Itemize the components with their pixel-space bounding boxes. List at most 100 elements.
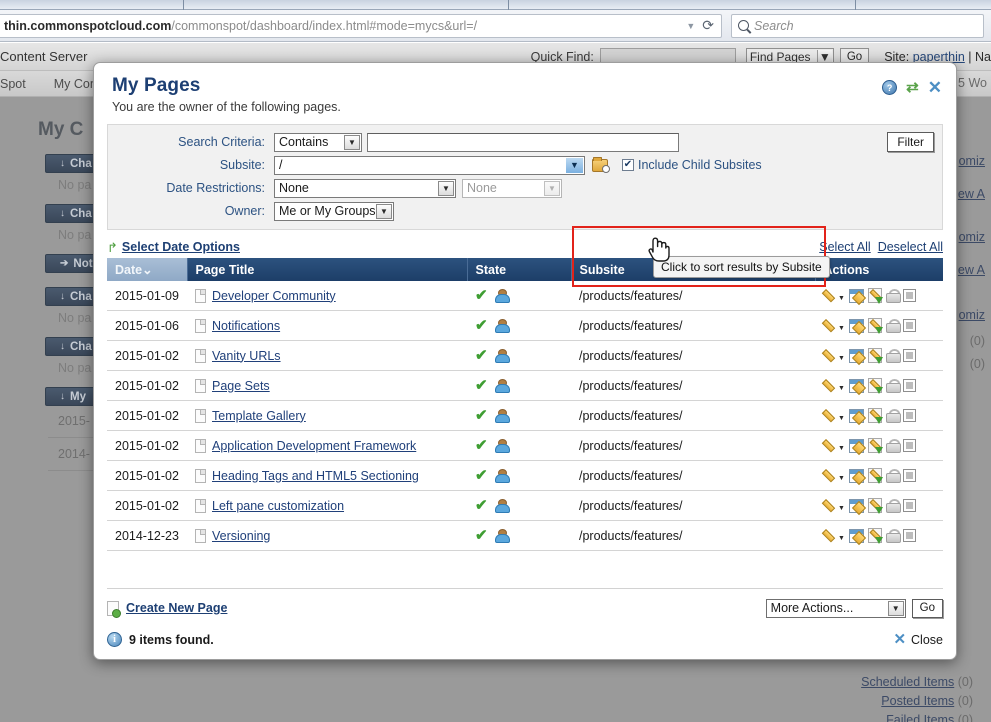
edit-pencil-icon[interactable] [823, 439, 837, 453]
submit-page-icon[interactable] [867, 348, 883, 364]
edit-properties-icon[interactable] [848, 348, 864, 363]
select-row-checkbox[interactable] [902, 349, 916, 362]
submit-page-icon[interactable] [867, 318, 883, 334]
page-title-link[interactable]: Page Sets [212, 379, 270, 393]
edit-properties-icon[interactable] [848, 528, 864, 543]
column-header-date[interactable]: Date⌄ [107, 258, 188, 281]
close-button[interactable]: ✕ Close [893, 632, 943, 647]
chevron-down-icon[interactable]: ▼ [838, 445, 845, 452]
chevron-down-icon[interactable]: ▼ [838, 325, 845, 332]
submit-page-icon[interactable] [867, 528, 883, 544]
column-header-page-title[interactable]: Page Title [187, 258, 468, 281]
select-row-checkbox[interactable] [902, 289, 916, 302]
lock-icon[interactable] [885, 288, 901, 303]
background-link-customize-2[interactable]: omiz [959, 308, 985, 322]
edit-properties-icon[interactable] [848, 318, 864, 333]
chevron-down-icon[interactable]: ▼ [838, 535, 845, 542]
lock-icon[interactable] [885, 408, 901, 423]
chevron-down-icon[interactable]: ▼ [838, 385, 845, 392]
page-title-link[interactable]: Vanity URLs [212, 349, 281, 363]
address-bar[interactable]: thin.commonspotcloud.com/commonspot/dash… [0, 13, 722, 38]
posted-items-link[interactable]: Posted Items [881, 694, 954, 708]
select-row-checkbox[interactable] [902, 409, 916, 422]
subsite-select[interactable]: / ▼ [274, 155, 585, 175]
background-link-customize-1[interactable]: omiz [959, 230, 985, 244]
select-row-checkbox[interactable] [902, 319, 916, 332]
chevron-down-icon[interactable]: ▼ [686, 21, 695, 31]
edit-properties-icon[interactable] [848, 468, 864, 483]
reload-icon[interactable]: ⟳ [702, 17, 714, 34]
submit-page-icon[interactable] [867, 288, 883, 304]
filter-button[interactable]: Filter [887, 132, 934, 152]
lock-icon[interactable] [885, 438, 901, 453]
chevron-down-icon[interactable]: ▼ [838, 355, 845, 362]
edit-properties-icon[interactable] [848, 288, 864, 303]
select-row-checkbox[interactable] [902, 469, 916, 482]
edit-properties-icon[interactable] [848, 438, 864, 453]
submit-page-icon[interactable] [867, 498, 883, 514]
lock-icon[interactable] [885, 318, 901, 333]
page-title-link[interactable]: Developer Community [212, 289, 336, 303]
include-child-subsites-checkbox[interactable]: ✔ [622, 159, 634, 171]
chevron-down-icon[interactable]: ▼ [838, 475, 845, 482]
search-text-input[interactable] [367, 132, 679, 152]
edit-properties-icon[interactable] [848, 378, 864, 393]
help-icon[interactable]: ? [882, 80, 898, 95]
page-title-link[interactable]: Versioning [212, 529, 270, 543]
deselect-all-link[interactable]: Deselect All [878, 240, 943, 254]
chevron-down-icon[interactable]: ▼ [838, 505, 845, 512]
select-all-link[interactable]: Select All [819, 240, 870, 254]
edit-pencil-icon[interactable] [823, 349, 837, 363]
select-row-checkbox[interactable] [902, 439, 916, 452]
browser-search-box[interactable]: Search [731, 13, 984, 38]
background-bottom-link-scheduled: Scheduled Items (0) [861, 675, 973, 689]
page-title-link[interactable]: Left pane customization [212, 499, 344, 513]
edit-pencil-icon[interactable] [823, 499, 837, 513]
edit-properties-icon[interactable] [848, 498, 864, 513]
lock-icon[interactable] [885, 348, 901, 363]
submit-page-icon[interactable] [867, 378, 883, 394]
select-row-checkbox[interactable] [902, 529, 916, 542]
edit-pencil-icon[interactable] [823, 409, 837, 423]
edit-pencil-icon[interactable] [823, 319, 837, 333]
lock-icon[interactable] [885, 378, 901, 393]
chevron-down-icon[interactable]: ▼ [838, 415, 845, 422]
search-criteria-select[interactable]: Contains ▼ [274, 132, 362, 152]
column-header-state[interactable]: State [467, 258, 572, 281]
more-actions-go-button[interactable]: Go [911, 598, 943, 618]
page-title-link[interactable]: Application Development Framework [212, 439, 416, 453]
edit-pencil-icon[interactable] [823, 289, 837, 303]
submit-page-icon[interactable] [867, 468, 883, 484]
app-tab-spot[interactable]: Spot [0, 77, 40, 91]
lock-icon[interactable] [885, 498, 901, 513]
browse-subsite-folder-icon[interactable] [592, 156, 610, 173]
page-title-link[interactable]: Template Gallery [212, 409, 306, 423]
page-title-link[interactable]: Notifications [212, 319, 280, 333]
background-link-viewall-1[interactable]: ew A [958, 263, 985, 277]
create-new-page-link[interactable]: Create New Page [126, 601, 227, 615]
submit-page-icon[interactable] [867, 408, 883, 424]
lock-icon[interactable] [885, 468, 901, 483]
submit-page-icon[interactable] [867, 438, 883, 454]
failed-items-link[interactable]: Failed Items [886, 713, 954, 722]
scheduled-items-link[interactable]: Scheduled Items [861, 675, 954, 689]
chevron-down-icon[interactable]: ▼ [838, 295, 845, 302]
select-row-checkbox[interactable] [902, 499, 916, 512]
more-actions-select[interactable]: More Actions... ▼ [765, 598, 906, 618]
owner-select[interactable]: Me or My Groups ▼ [274, 201, 394, 221]
close-icon[interactable]: ✕ [928, 79, 942, 96]
edit-properties-icon[interactable] [848, 408, 864, 423]
refresh-icon[interactable]: ⇄ [906, 80, 919, 95]
edit-pencil-icon[interactable] [823, 379, 837, 393]
edit-pencil-icon[interactable] [823, 469, 837, 483]
background-link-viewall-0[interactable]: ew A [958, 187, 985, 201]
background-link-customize-0[interactable]: omiz [959, 154, 985, 168]
include-child-subsites-wrap[interactable]: ✔ Include Child Subsites [622, 158, 762, 172]
select-row-checkbox[interactable] [902, 379, 916, 392]
select-date-options-link[interactable]: Select Date Options [122, 240, 240, 254]
page-title-link[interactable]: Heading Tags and HTML5 Sectioning [212, 469, 419, 483]
dialog-subtitle: You are the owner of the following pages… [112, 100, 341, 114]
date-restriction-primary-select[interactable]: None ▼ [274, 178, 456, 198]
edit-pencil-icon[interactable] [823, 529, 837, 543]
lock-icon[interactable] [885, 528, 901, 543]
